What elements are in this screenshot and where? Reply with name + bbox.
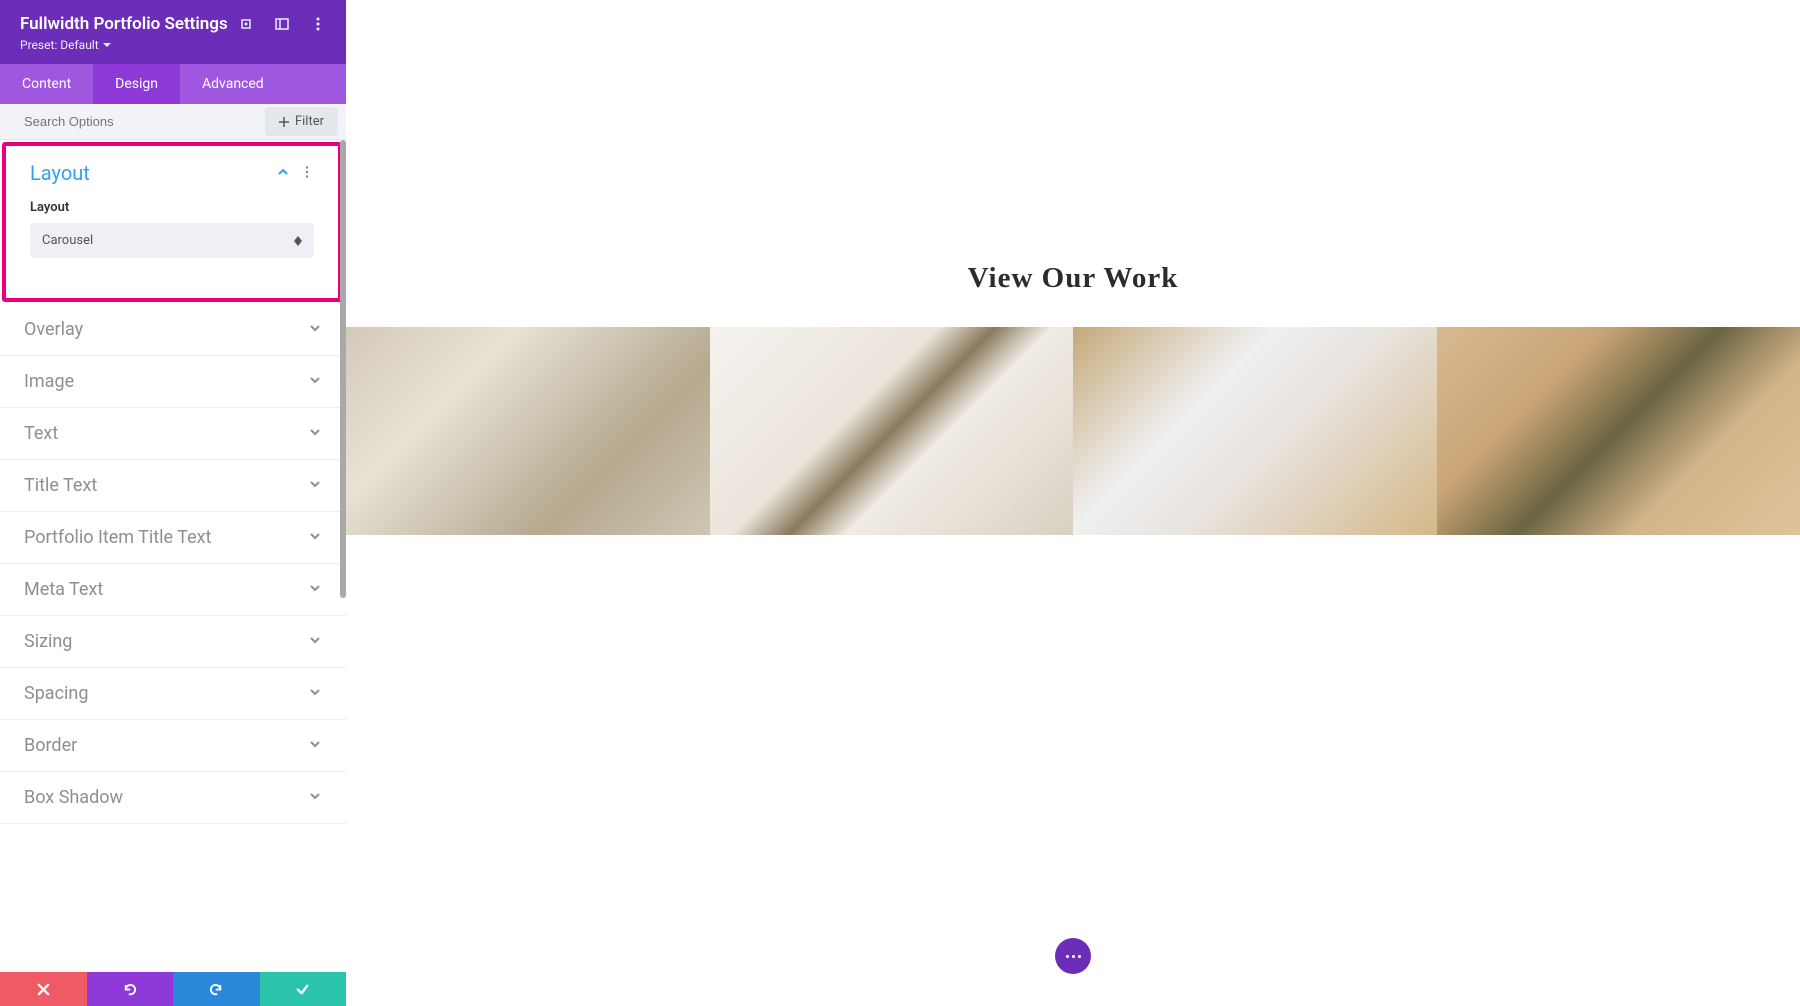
layout-select[interactable]: Carousel [30, 223, 314, 258]
chevron-down-icon [308, 736, 322, 755]
field-label-layout: Layout [30, 200, 314, 215]
sidebar-body: Layout Layout Carousel [0, 140, 346, 972]
section-text[interactable]: Text [0, 408, 346, 459]
portfolio-carousel[interactable] [346, 327, 1800, 535]
chevron-down-icon [308, 632, 322, 651]
snap-icon[interactable] [274, 16, 290, 32]
chevron-down-icon [308, 528, 322, 547]
close-icon [36, 982, 51, 997]
carousel-item[interactable] [1437, 327, 1800, 535]
chevron-up-icon [276, 164, 290, 183]
section-layout-content: Layout Carousel [6, 200, 338, 274]
section-layout-header[interactable]: Layout [6, 146, 338, 200]
plus-icon [279, 117, 289, 127]
filter-button[interactable]: Filter [265, 107, 338, 136]
settings-sidebar: Fullwidth Portfolio Settings Preset: Def… [0, 0, 346, 1006]
redo-icon [209, 982, 224, 997]
more-icon [1066, 955, 1081, 958]
more-icon[interactable] [310, 16, 326, 32]
tab-design[interactable]: Design [93, 64, 180, 104]
panel-title: Fullwidth Portfolio Settings [20, 14, 228, 34]
chevron-down-icon [308, 372, 322, 391]
tab-advanced[interactable]: Advanced [180, 64, 286, 104]
chevron-down-icon [103, 41, 111, 49]
cancel-button[interactable] [0, 972, 87, 1006]
chevron-down-icon [308, 424, 322, 443]
carousel-item[interactable] [710, 327, 1074, 535]
layout-section-highlight: Layout Layout Carousel [2, 142, 342, 302]
carousel-item[interactable] [1073, 327, 1437, 535]
drag-handle-icon[interactable] [238, 16, 254, 32]
sidebar-footer [0, 972, 346, 1006]
settings-tabs: Content Design Advanced [0, 64, 346, 104]
section-sizing[interactable]: Sizing [0, 616, 346, 667]
undo-button[interactable] [87, 972, 174, 1006]
redo-button[interactable] [173, 972, 260, 1006]
search-input[interactable] [24, 114, 265, 129]
chevron-down-icon [308, 788, 322, 807]
save-button[interactable] [260, 972, 347, 1006]
preview-heading: View Our Work [968, 262, 1179, 295]
chevron-down-icon [308, 580, 322, 599]
filter-label: Filter [295, 114, 324, 129]
sidebar-header: Fullwidth Portfolio Settings Preset: Def… [0, 0, 346, 64]
section-image[interactable]: Image [0, 356, 346, 407]
section-portfolio-item-title[interactable]: Portfolio Item Title Text [0, 512, 346, 563]
section-border[interactable]: Border [0, 720, 346, 771]
undo-icon [122, 982, 137, 997]
select-value: Carousel [42, 233, 93, 248]
chevron-down-icon [308, 684, 322, 703]
chevron-down-icon [308, 476, 322, 495]
builder-fab[interactable] [1055, 938, 1091, 974]
section-meta-text[interactable]: Meta Text [0, 564, 346, 615]
preset-label: Preset: Default [20, 38, 99, 52]
search-bar: Filter [0, 104, 346, 140]
preview-area: View Our Work [346, 0, 1800, 1006]
chevron-down-icon [308, 320, 322, 339]
section-overlay[interactable]: Overlay [0, 304, 346, 355]
preset-dropdown[interactable]: Preset: Default [20, 38, 326, 52]
section-spacing[interactable]: Spacing [0, 668, 346, 719]
tab-content[interactable]: Content [0, 64, 93, 104]
section-title-text[interactable]: Title Text [0, 460, 346, 511]
carousel-item[interactable] [346, 327, 710, 535]
more-icon[interactable] [300, 164, 314, 183]
section-title: Layout [30, 161, 90, 185]
section-box-shadow[interactable]: Box Shadow [0, 772, 346, 823]
check-icon [295, 982, 310, 997]
select-arrows-icon [294, 236, 302, 246]
